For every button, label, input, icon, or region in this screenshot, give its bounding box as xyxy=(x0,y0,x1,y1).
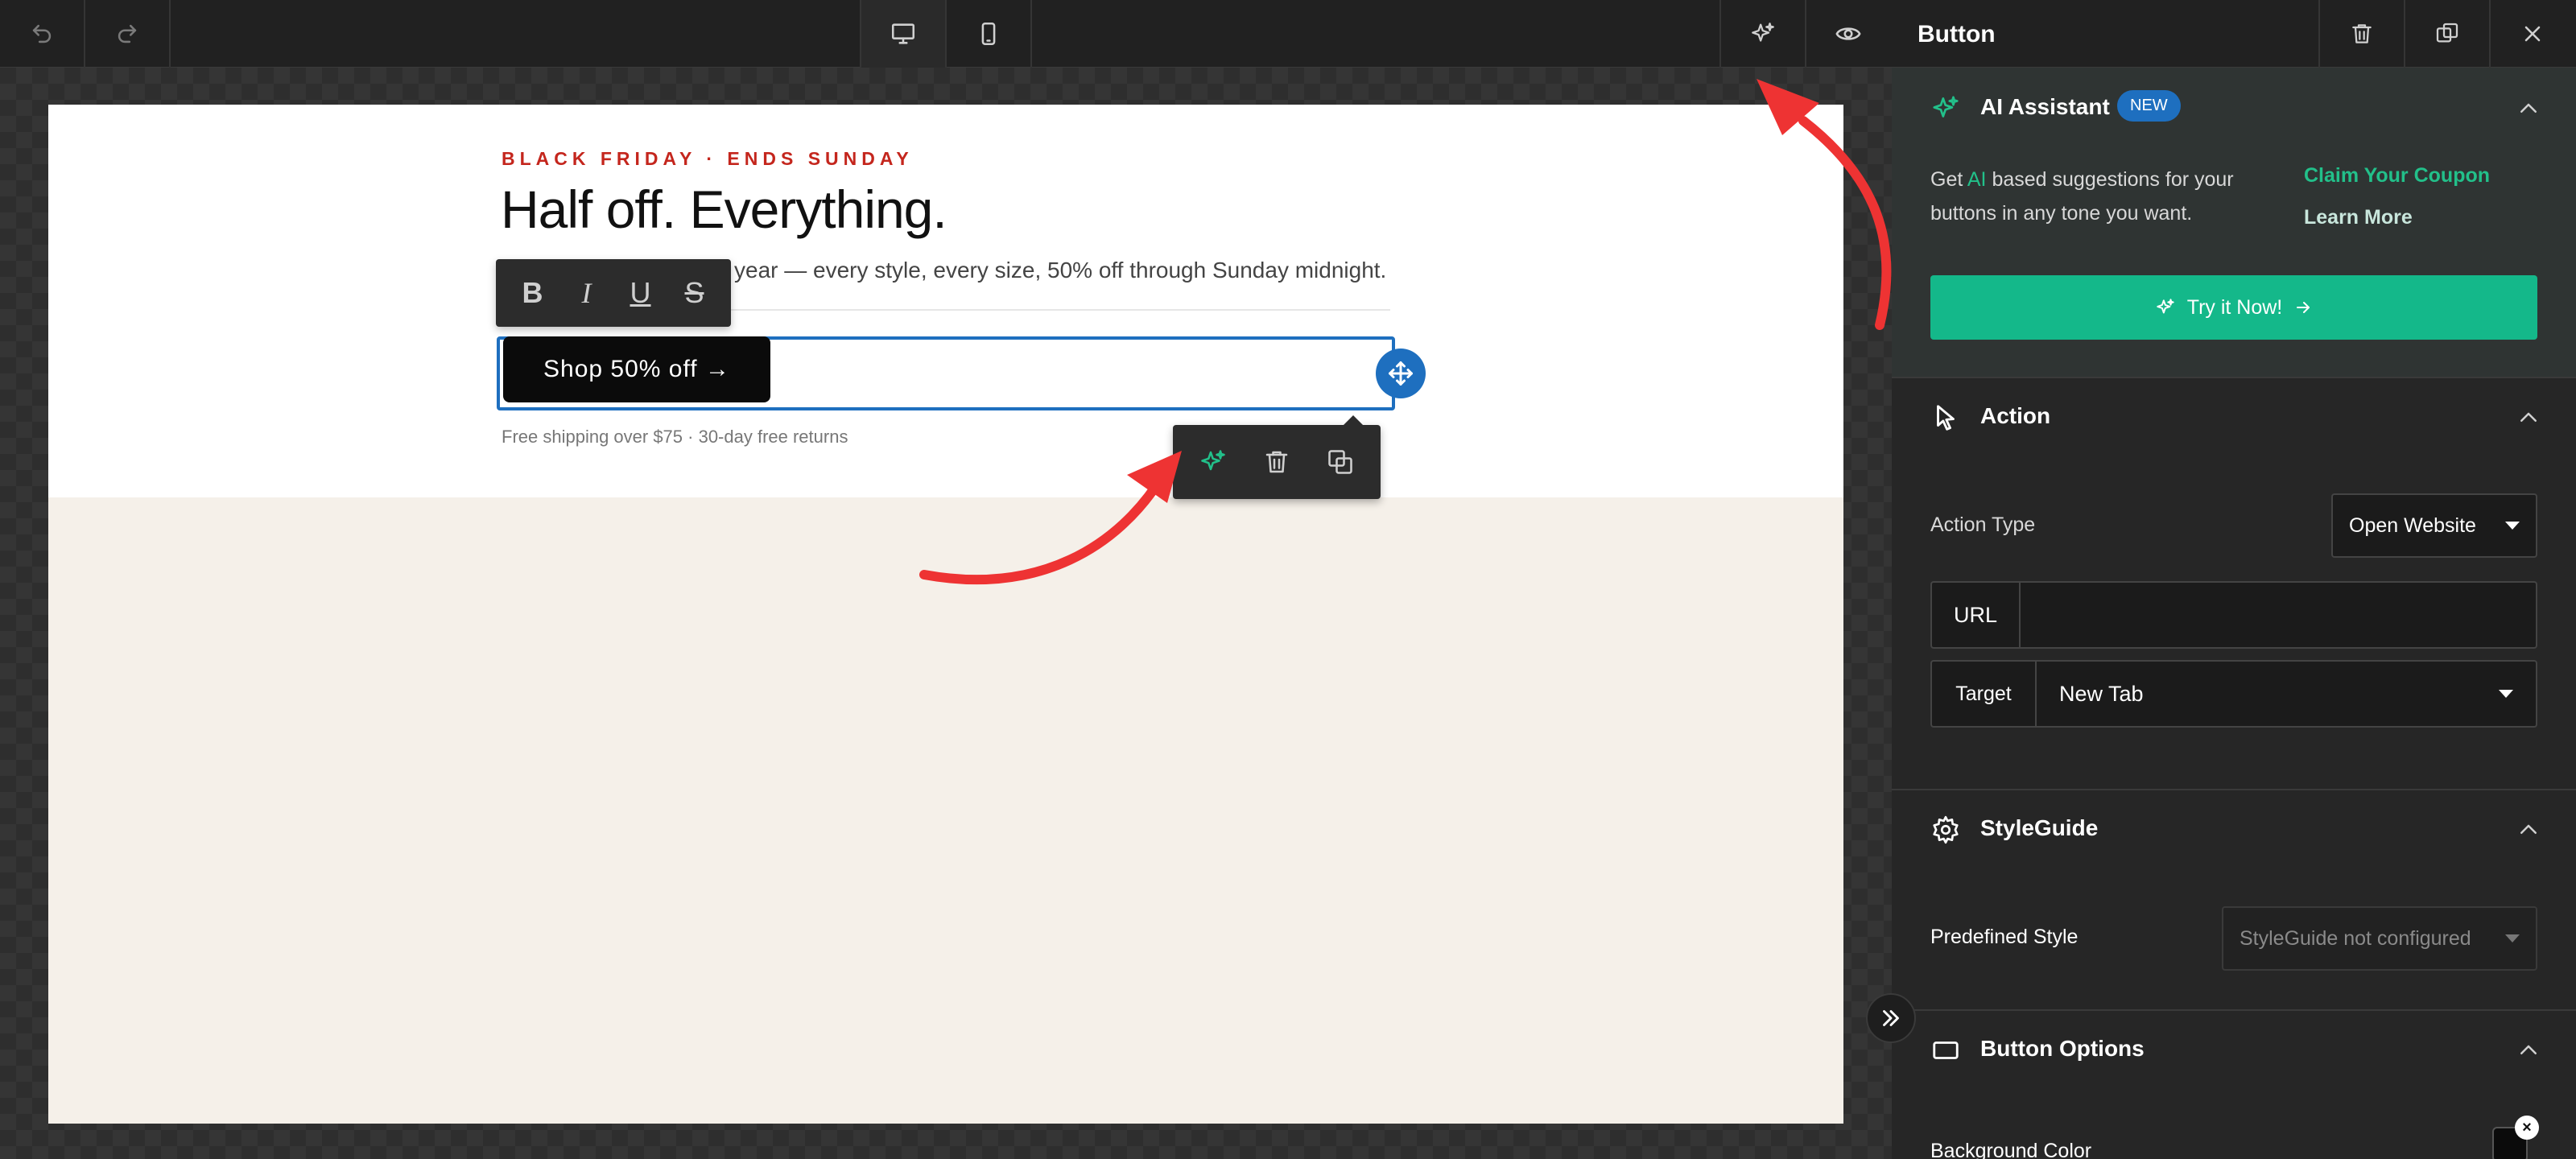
caret-down-icon xyxy=(2505,934,2520,942)
desktop-view-button[interactable] xyxy=(861,0,945,68)
panel-close-button[interactable] xyxy=(2489,0,2574,68)
email-body-section[interactable] xyxy=(48,497,1843,1124)
action-section-header[interactable]: Action xyxy=(1892,377,2576,457)
caret-down-icon xyxy=(2505,522,2520,530)
ai-block-button[interactable] xyxy=(1189,438,1237,486)
delete-block-button[interactable] xyxy=(1253,438,1301,486)
arrow-right-icon xyxy=(2297,302,2310,313)
url-label: URL xyxy=(1932,583,2021,647)
desktop-icon xyxy=(891,23,915,44)
action-type-select[interactable]: Open Website xyxy=(2331,493,2537,558)
chevron-up-icon[interactable] xyxy=(2516,818,2541,842)
target-value: New Tab xyxy=(2059,681,2144,706)
duplicate-block-button[interactable] xyxy=(1316,438,1364,486)
try-it-now-button[interactable]: Try it Now! xyxy=(1930,275,2537,340)
ai-assistant-section: AI Assistant NEW Get AI based suggestion… xyxy=(1892,68,2576,377)
learn-more-link[interactable]: Learn More xyxy=(2304,206,2413,229)
strikethrough-button[interactable]: S xyxy=(672,276,717,310)
chevron-up-icon[interactable] xyxy=(2516,97,2541,121)
target-field-group: Target New Tab xyxy=(1930,660,2537,728)
bold-button[interactable]: B xyxy=(510,276,555,310)
panel-header: Button xyxy=(1892,0,2576,68)
double-chevron-right-icon xyxy=(1883,1010,1899,1026)
preview-button[interactable] xyxy=(1806,0,1890,68)
predefined-style-label: Predefined Style xyxy=(1930,926,2079,948)
clear-color-icon[interactable]: × xyxy=(2515,1116,2539,1140)
close-icon xyxy=(2524,26,2541,42)
ai-toolbar-button[interactable] xyxy=(1721,0,1805,68)
ai-assistant-header[interactable]: AI Assistant NEW xyxy=(1892,68,2576,148)
subheadline-text[interactable]: year — every style, every size, 50% off … xyxy=(734,258,1386,283)
action-title: Action xyxy=(1980,403,2051,428)
undo-button[interactable] xyxy=(0,0,84,68)
panel-title: Button xyxy=(1918,21,1996,47)
caret-down-icon xyxy=(2499,690,2513,698)
predefined-style-select[interactable]: StyleGuide not configured xyxy=(2222,906,2537,971)
panel-delete-button[interactable] xyxy=(2318,0,2404,68)
duplicate-icon xyxy=(1328,450,1353,474)
top-toolbar xyxy=(0,0,1892,68)
chevron-up-icon[interactable] xyxy=(2516,1038,2541,1062)
claim-coupon-link[interactable]: Claim Your Coupon xyxy=(2304,164,2490,188)
trash-icon xyxy=(2352,24,2372,43)
toolbar-divider xyxy=(1030,0,1032,68)
action-type-label: Action Type xyxy=(1930,514,2036,536)
move-icon xyxy=(1389,361,1413,386)
sparkle-icon xyxy=(1752,23,1774,42)
sparkle-icon xyxy=(1200,450,1225,471)
toolbar-divider xyxy=(169,0,171,68)
ai-description: Get AI based suggestions for your button… xyxy=(1930,168,2234,225)
cursor-icon xyxy=(1937,405,1955,431)
duplicate-icon xyxy=(2436,23,2458,43)
background-color-label: Background Color xyxy=(1930,1140,2092,1159)
block-context-toolbar xyxy=(1173,415,1381,499)
redo-button[interactable] xyxy=(85,0,169,68)
action-type-value: Open Website xyxy=(2349,514,2476,537)
email-hero-section[interactable] xyxy=(48,105,1843,497)
button-options-title: Button Options xyxy=(1980,1036,2145,1061)
new-badge: NEW xyxy=(2117,90,2181,122)
cta-button[interactable]: Shop 50% off → xyxy=(503,336,770,402)
undo-icon xyxy=(32,24,52,43)
url-input[interactable] xyxy=(2021,583,2536,647)
sparkle-icon xyxy=(1933,96,1959,118)
gear-icon xyxy=(1933,815,1959,844)
eyebrow-text[interactable]: BLACK FRIDAY · ENDS SUNDAY xyxy=(502,148,914,170)
target-select[interactable]: New Tab xyxy=(2037,662,2536,726)
mobile-view-button[interactable] xyxy=(947,0,1030,68)
panel-duplicate-button[interactable] xyxy=(2404,0,2489,68)
eye-icon xyxy=(1835,27,1861,40)
styleguide-section-header[interactable]: StyleGuide xyxy=(1892,789,2576,869)
mobile-icon xyxy=(981,22,996,46)
properties-panel: AI Assistant NEW Get AI based suggestion… xyxy=(1892,68,2576,1159)
rectangle-icon xyxy=(1933,1041,1959,1059)
move-handle[interactable] xyxy=(1376,349,1426,398)
text-format-toolbar: B I U S xyxy=(496,259,731,327)
headline-text[interactable]: Half off. Everything. xyxy=(501,179,947,240)
trash-icon xyxy=(1265,451,1288,473)
collapse-panel-button[interactable] xyxy=(1866,993,1916,1043)
try-it-now-label: Try it Now! xyxy=(2186,295,2283,319)
styleguide-title: StyleGuide xyxy=(1980,815,2099,840)
ai-assistant-title: AI Assistant xyxy=(1980,94,2110,119)
target-label: Target xyxy=(1932,662,2037,726)
redo-icon xyxy=(118,24,137,43)
fine-print-text[interactable]: Free shipping over $75 · 30-day free ret… xyxy=(502,427,848,448)
button-options-section-header[interactable]: Button Options xyxy=(1892,1009,2576,1090)
url-field-group: URL xyxy=(1930,581,2537,649)
underline-button[interactable]: U xyxy=(618,276,663,310)
predefined-style-value: StyleGuide not configured xyxy=(2240,926,2471,950)
sparkle-icon xyxy=(2157,299,2174,314)
ai-highlight: AI xyxy=(1967,168,1987,191)
chevron-up-icon[interactable] xyxy=(2516,406,2541,430)
italic-button[interactable]: I xyxy=(564,276,609,310)
